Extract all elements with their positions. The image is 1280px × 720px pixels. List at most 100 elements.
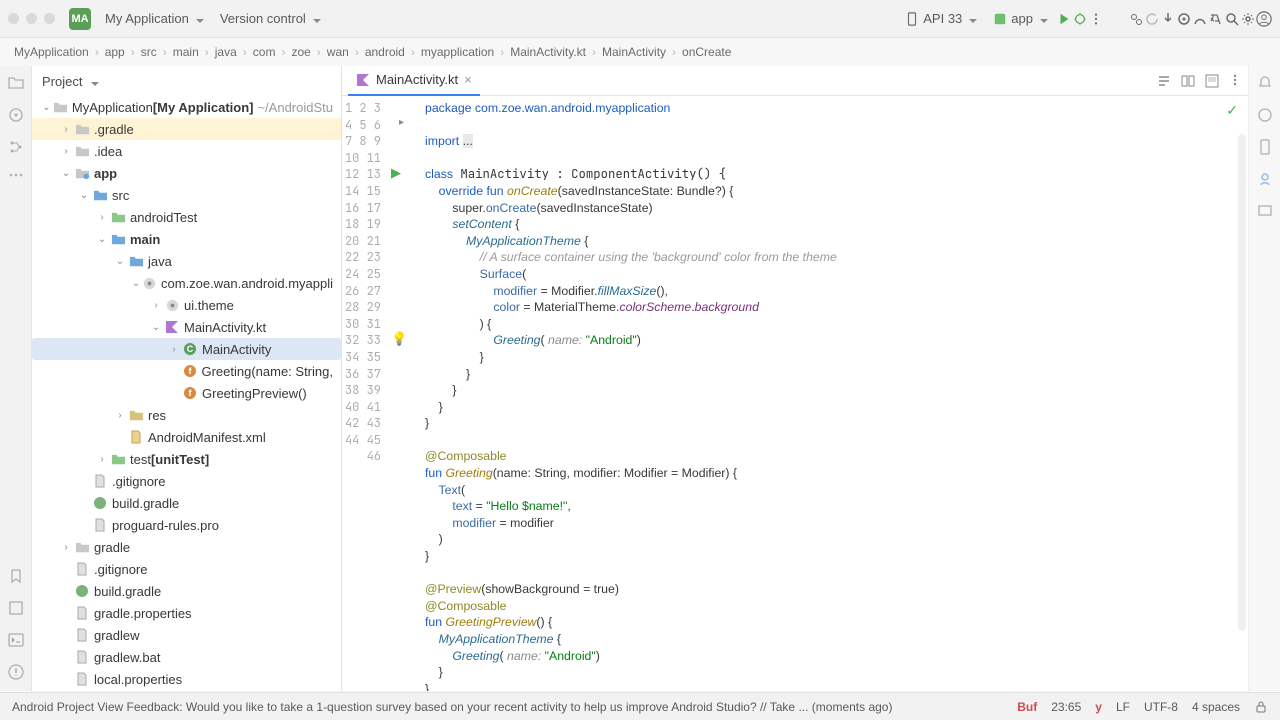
terminal-icon[interactable] <box>7 631 25 649</box>
notifications-icon[interactable] <box>1256 74 1274 92</box>
breadcrumb-item[interactable]: MyApplication <box>14 45 89 59</box>
tree-row[interactable]: ›gradle <box>32 536 341 558</box>
tree-row[interactable]: ⌄src <box>32 184 341 206</box>
buf-indicator[interactable]: Buf <box>1017 700 1037 714</box>
breadcrumb-item[interactable]: MainActivity.kt <box>510 45 586 59</box>
more-tools-icon[interactable] <box>7 172 25 190</box>
indent[interactable]: 4 spaces <box>1192 700 1240 714</box>
tree-row[interactable]: ›ui.theme <box>32 294 341 316</box>
running-devices-icon[interactable] <box>1256 170 1274 188</box>
tree-row[interactable]: build.gradle <box>32 580 341 602</box>
code-content[interactable]: package com.zoe.wan.android.myapplicatio… <box>417 96 1248 691</box>
settings-icon[interactable] <box>1240 11 1256 27</box>
project-panel-header[interactable]: Project <box>32 66 341 96</box>
tab-more-icon[interactable] <box>1228 73 1242 89</box>
tree-row[interactable]: proguard-rules.pro <box>32 514 341 536</box>
bookmarks-icon[interactable] <box>7 567 25 585</box>
tree-row[interactable]: ⌄app <box>32 162 341 184</box>
project-tool-icon[interactable] <box>7 74 25 92</box>
breadcrumb-item[interactable]: app <box>105 45 125 59</box>
breadcrumb-item[interactable]: zoe <box>291 45 310 59</box>
tree-row[interactable]: build.gradle <box>32 492 341 514</box>
breadcrumb-item[interactable]: android <box>365 45 405 59</box>
breadcrumb-item[interactable]: com <box>253 45 276 59</box>
encoding[interactable]: UTF-8 <box>1144 700 1178 714</box>
tree-row[interactable]: ›.idea <box>32 140 341 162</box>
build-icon[interactable] <box>1176 11 1192 27</box>
device-manager-icon[interactable] <box>1256 138 1274 156</box>
soft-wrap-icon[interactable] <box>1156 73 1172 89</box>
project-dropdown[interactable]: My Application <box>97 7 212 30</box>
debug-icon[interactable] <box>1072 11 1088 27</box>
tree-row[interactable]: .gitignore <box>32 470 341 492</box>
problems-icon[interactable] <box>7 663 25 681</box>
translate-icon[interactable] <box>1208 11 1224 27</box>
updates-icon[interactable] <box>1160 11 1176 27</box>
folder-blue-icon <box>92 187 108 203</box>
reload-icon[interactable] <box>1144 11 1160 27</box>
tree-row[interactable]: ⌄MainActivity.kt <box>32 316 341 338</box>
vcs-dropdown[interactable]: Version control <box>212 7 329 30</box>
gradle-icon[interactable] <box>1256 106 1274 124</box>
account-icon[interactable] <box>1256 11 1272 27</box>
line-sep[interactable]: LF <box>1116 700 1130 714</box>
project-tree[interactable]: ⌄MyApplication [My Application]~/Android… <box>32 96 341 691</box>
breadcrumb-item[interactable]: onCreate <box>682 45 731 59</box>
tree-row[interactable]: gradlew.bat <box>32 646 341 668</box>
readonly-icon[interactable] <box>1254 700 1268 714</box>
tree-row[interactable]: ⌄main <box>32 228 341 250</box>
caret-position[interactable]: 23:65 <box>1051 700 1081 714</box>
tree-row[interactable]: ⌄java <box>32 250 341 272</box>
tree-row[interactable]: gradlew <box>32 624 341 646</box>
status-message[interactable]: Android Project View Feedback: Would you… <box>12 700 1003 714</box>
editor-area: MainActivity.kt × ✓ 1 2 3 4 5 6 7 8 9 10… <box>342 66 1248 691</box>
breadcrumb-item[interactable]: main <box>173 45 199 59</box>
run-config-selector[interactable]: app <box>985 7 1056 30</box>
editor-scrollbar[interactable] <box>1238 134 1246 631</box>
tree-row[interactable]: fGreetingPreview() <box>32 382 341 404</box>
tab-mainactivity[interactable]: MainActivity.kt × <box>348 66 480 96</box>
close-window[interactable] <box>8 13 19 24</box>
tree-row[interactable]: ⌄MyApplication [My Application]~/Android… <box>32 96 341 118</box>
run-gutter-icon[interactable]: ▶ <box>391 165 401 181</box>
minimize-window[interactable] <box>26 13 37 24</box>
breadcrumb-item[interactable]: src <box>141 45 157 59</box>
y-indicator[interactable]: y <box>1095 700 1102 714</box>
more-icon[interactable] <box>1088 11 1104 27</box>
tree-row[interactable]: ⌄com.zoe.wan.android.myappli <box>32 272 341 294</box>
device-selector[interactable]: API 33 <box>897 7 985 30</box>
intention-bulb-icon[interactable]: 💡 <box>391 331 407 347</box>
reader-mode-icon[interactable] <box>1180 73 1196 89</box>
status-bar: Android Project View Feedback: Would you… <box>0 692 1280 720</box>
breadcrumb-item[interactable]: MainActivity <box>602 45 666 59</box>
tree-row[interactable]: ›CMainActivity <box>32 338 341 360</box>
line-gutter: 1 2 3 4 5 6 7 8 9 10 11 12 13 14 15 16 1… <box>342 96 387 691</box>
search-icon[interactable] <box>1224 11 1240 27</box>
tree-row[interactable]: ›res <box>32 404 341 426</box>
fold-icon[interactable]: ▸ <box>399 117 404 128</box>
run-icon[interactable] <box>1056 11 1072 27</box>
tree-row[interactable]: .gitignore <box>32 558 341 580</box>
preview-icon[interactable] <box>1204 73 1220 89</box>
build-variants-icon[interactable] <box>7 599 25 617</box>
tree-row[interactable]: local.properties <box>32 668 341 690</box>
tree-row[interactable]: ›test [unitTest] <box>32 448 341 470</box>
close-tab-icon[interactable]: × <box>464 72 472 87</box>
breadcrumb-item[interactable]: myapplication <box>421 45 494 59</box>
breadcrumb-item[interactable]: java <box>215 45 237 59</box>
zoom-window[interactable] <box>44 13 55 24</box>
project-name: My Application <box>105 11 189 26</box>
tree-row[interactable]: ›androidTest <box>32 206 341 228</box>
editor[interactable]: ✓ 1 2 3 4 5 6 7 8 9 10 11 12 13 14 15 16… <box>342 96 1248 691</box>
folder-blue-icon <box>128 253 144 269</box>
tree-row[interactable]: gradle.properties <box>32 602 341 624</box>
tree-row[interactable]: fGreeting(name: String, <box>32 360 341 382</box>
tree-row[interactable]: ›.gradle <box>32 118 341 140</box>
breadcrumb-item[interactable]: wan <box>327 45 349 59</box>
structure-icon[interactable] <box>7 138 25 156</box>
ai-icon[interactable] <box>1192 11 1208 27</box>
tree-row[interactable]: AndroidManifest.xml <box>32 426 341 448</box>
emulator-icon[interactable] <box>1256 202 1274 220</box>
code-with-me-icon[interactable] <box>1128 11 1144 27</box>
resource-manager-icon[interactable] <box>7 106 25 124</box>
